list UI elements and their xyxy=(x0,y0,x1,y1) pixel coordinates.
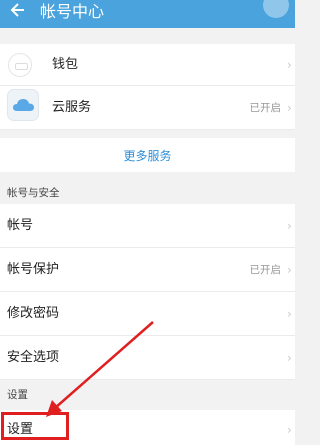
list-item-label: 安全选项 xyxy=(7,350,60,365)
list-item-change-password[interactable]: 修改密码 › xyxy=(0,292,295,336)
list-item-account[interactable]: 帐号 › xyxy=(0,204,295,248)
chevron-right-icon: › xyxy=(287,423,292,437)
list-item-label: 修改密码 xyxy=(7,306,60,321)
section-header-account-security: 帐号与安全 xyxy=(0,180,295,204)
chevron-right-icon: › xyxy=(287,263,292,277)
chevron-right-icon: › xyxy=(287,101,292,115)
page-title: 帐号中心 xyxy=(40,2,105,21)
section-title: 设置 xyxy=(7,389,28,401)
list-item-security-options[interactable]: 安全选项 › xyxy=(0,336,295,380)
list-item-cloud-service[interactable]: 云服务 已开启 › xyxy=(0,86,295,130)
section-header-settings: 设置 xyxy=(0,380,295,410)
list-item-label: 帐号 xyxy=(7,218,34,233)
more-services-link[interactable]: 更多服务 xyxy=(123,147,171,164)
list-item-wallet[interactable]: 钱包 › xyxy=(0,44,295,86)
wallet-icon xyxy=(8,53,32,77)
back-arrow-svg xyxy=(10,3,24,17)
wallet-label: 钱包 xyxy=(52,57,79,72)
cloud-service-label: 云服务 xyxy=(52,100,92,115)
chevron-right-icon: › xyxy=(287,58,292,72)
more-services-row: 更多服务 xyxy=(0,138,295,172)
annotation-highlight-box xyxy=(1,412,69,440)
section-title: 帐号与安全 xyxy=(7,187,60,199)
cloud-icon xyxy=(7,89,39,121)
avatar[interactable] xyxy=(263,0,289,18)
list-item-account-protection[interactable]: 帐号保护 已开启 › xyxy=(0,248,295,292)
account-center-screen: 帐号中心 钱包 › 云服务 已开启 › 更多服务 帐号与安全 帐号 › 帐号保护… xyxy=(0,0,295,445)
cloud-service-status: 已开启 xyxy=(249,102,282,114)
top-bar: 帐号中心 xyxy=(0,0,295,28)
chevron-right-icon: › xyxy=(287,351,292,365)
cloud-svg xyxy=(13,99,34,111)
chevron-right-icon: › xyxy=(287,219,292,233)
chevron-right-icon: › xyxy=(287,307,292,321)
status-text: 已开启 xyxy=(249,264,282,276)
back-arrow-icon[interactable] xyxy=(8,0,28,24)
list-item-label: 帐号保护 xyxy=(7,262,60,277)
